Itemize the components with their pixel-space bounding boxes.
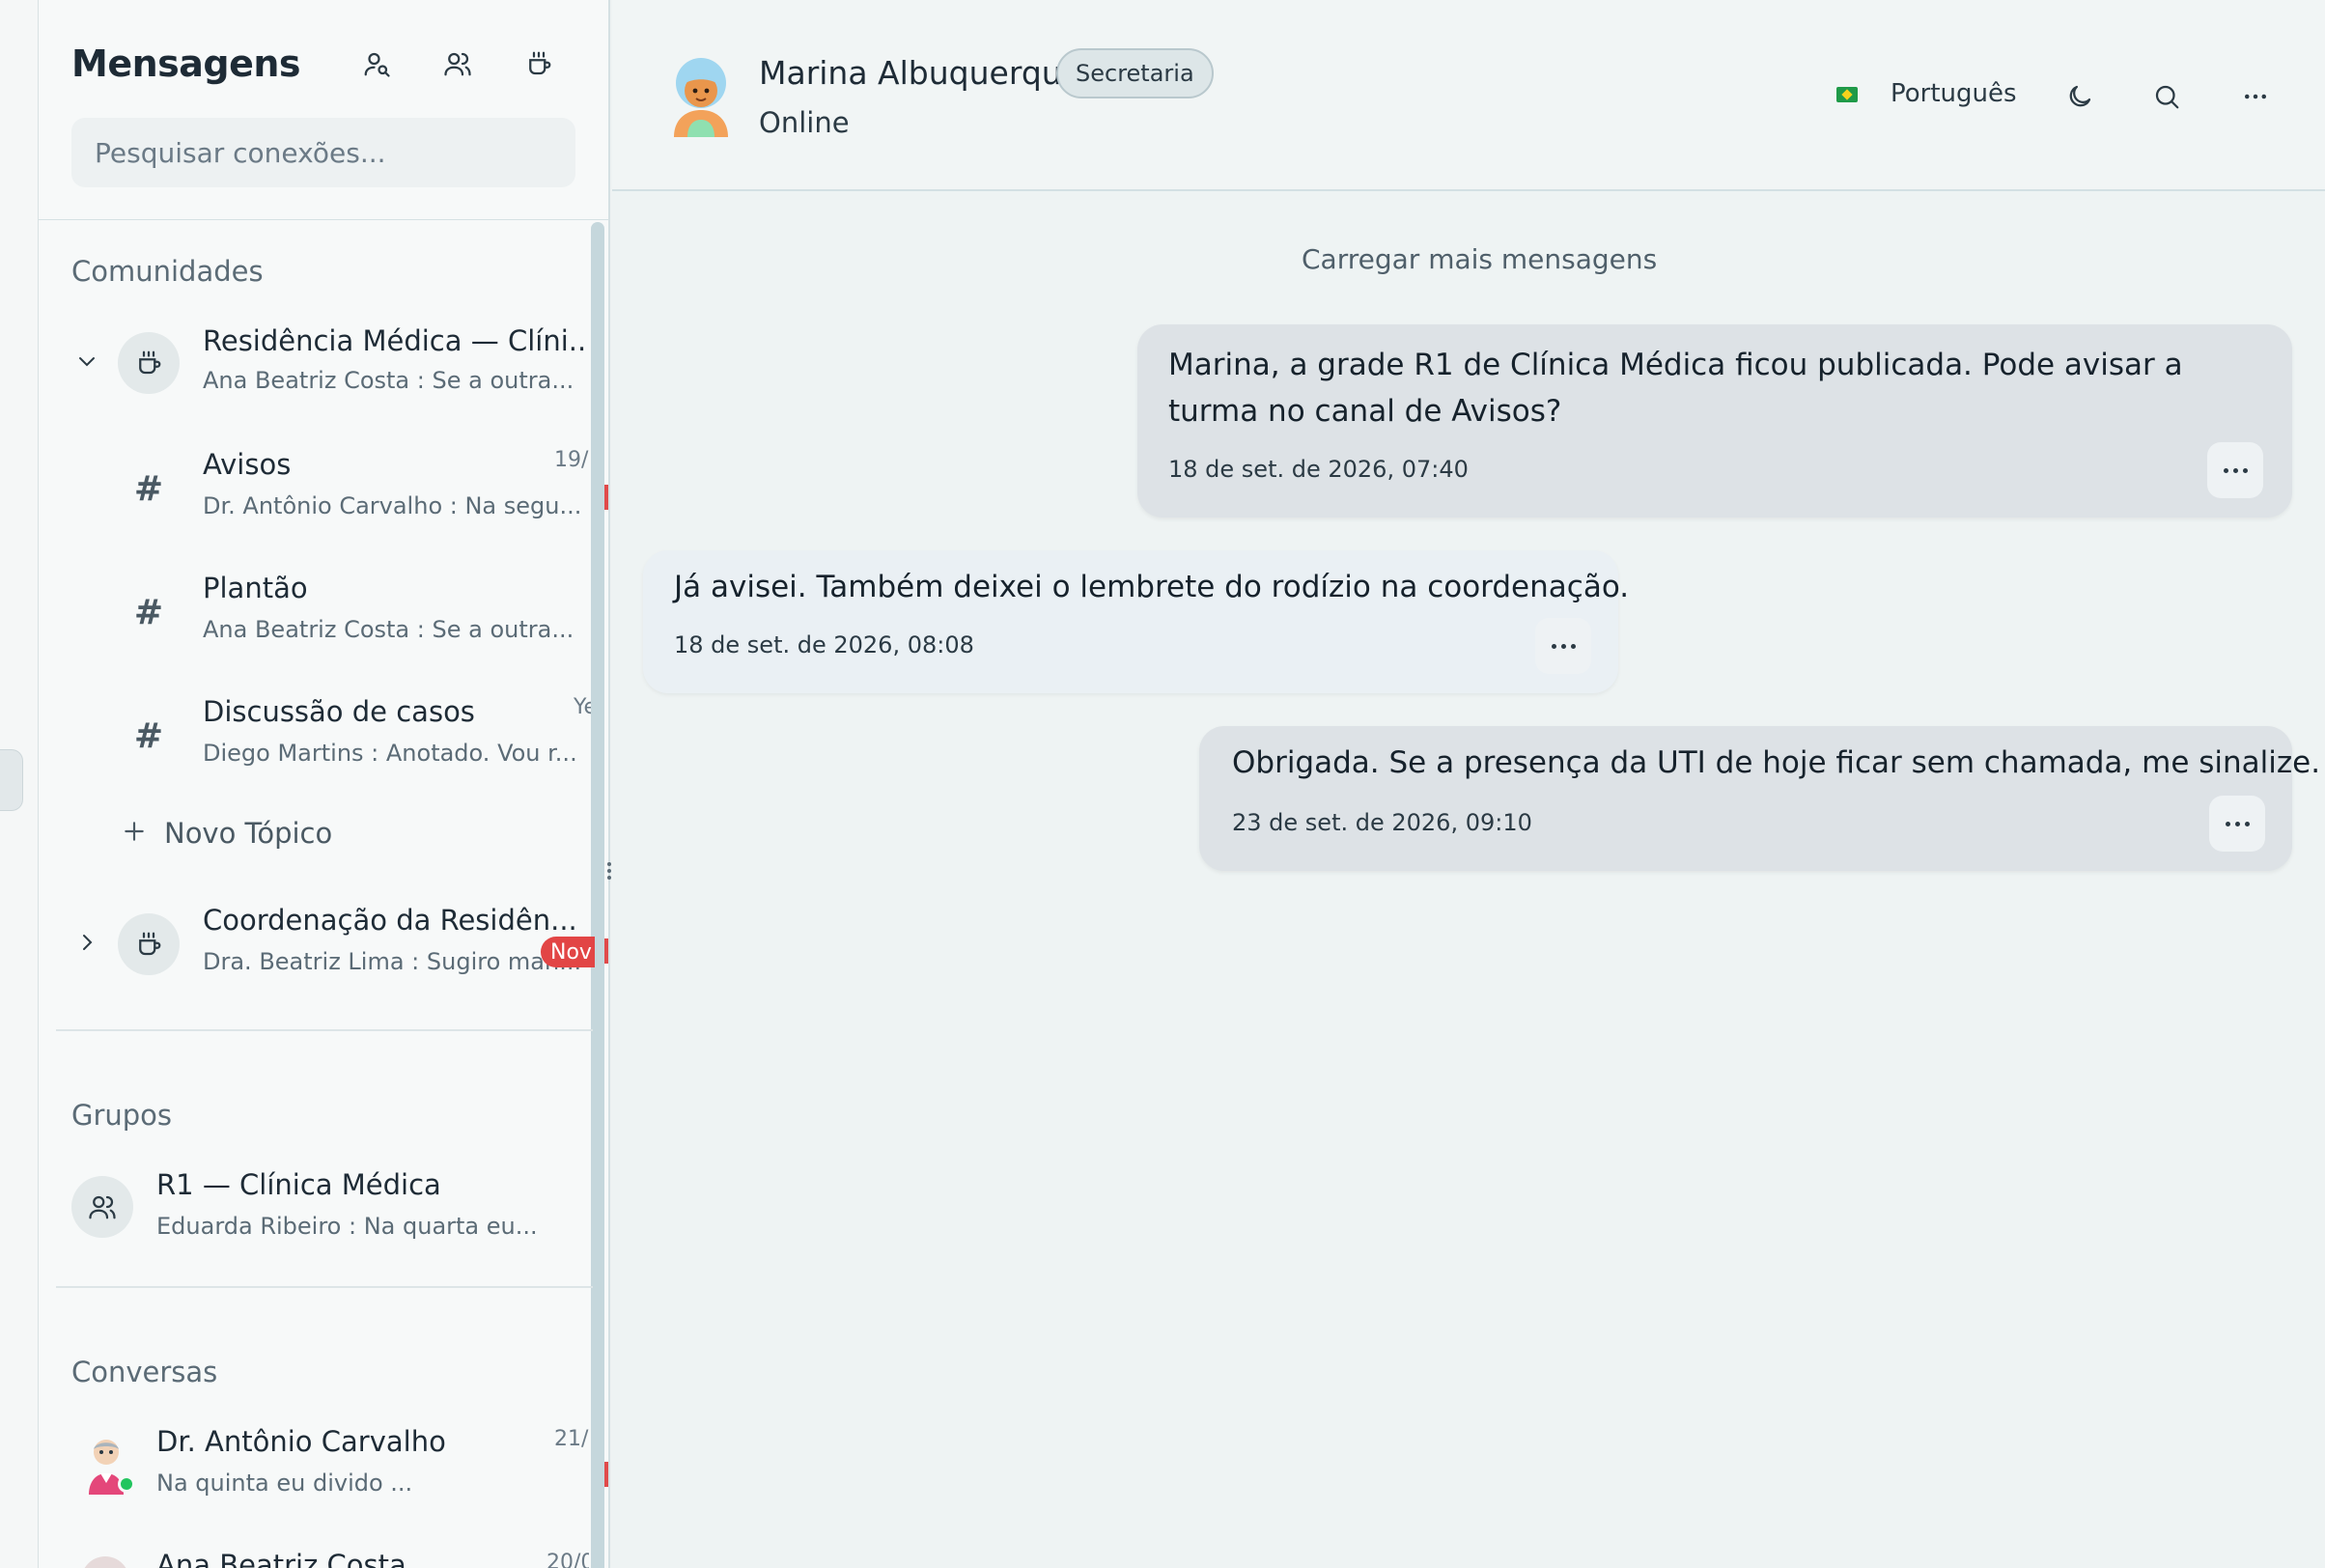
hash-icon: #	[133, 715, 164, 756]
topic-date: 19/0	[554, 448, 589, 472]
load-more-button[interactable]: Carregar mais mensagens	[1302, 243, 1657, 275]
groups-section-title: Grupos	[71, 1099, 173, 1132]
community-title: Residência Médica — Clíni...	[203, 324, 587, 357]
contact-status: Online	[759, 106, 850, 139]
sidebar-header: Mensagens	[39, 0, 608, 220]
message-text: Já avisei. Também deixei o lembrete do r…	[674, 570, 1630, 604]
community-icon[interactable]	[519, 44, 558, 83]
community-preview: Ana Beatriz Costa : Se a outra...	[203, 367, 574, 394]
app-edge-strip	[0, 0, 39, 1568]
unread-indicator	[604, 485, 608, 510]
topic-date: Ye	[574, 695, 591, 719]
section-divider	[56, 1029, 593, 1031]
conversations-section-title: Conversas	[71, 1356, 218, 1388]
chevron-down-icon[interactable]	[73, 348, 100, 375]
message-bubble-outgoing: Marina, a grade R1 de Clínica Médica fic…	[1137, 324, 2292, 518]
unread-indicator	[604, 938, 608, 964]
plus-icon	[120, 817, 149, 846]
search-box[interactable]	[71, 118, 575, 187]
contact-name: Marina Albuquerque	[759, 54, 1081, 92]
community-avatar-icon	[118, 332, 180, 394]
search-input[interactable]	[95, 136, 575, 169]
message-timestamp: 18 de set. de 2026, 07:40	[1168, 456, 1469, 483]
online-status-dot	[118, 1475, 135, 1493]
group-title: R1 — Clínica Médica	[156, 1168, 441, 1201]
sidebar-list: Comunidades Residência Médica — Clíni...…	[39, 220, 608, 1568]
section-divider	[56, 1286, 593, 1288]
chat-header: Marina Albuquerque Secretaria Online Por…	[612, 0, 2325, 191]
message-text: Obrigada. Se a presença da UTI de hoje f…	[1232, 745, 2321, 780]
search-icon[interactable]	[2147, 77, 2186, 116]
topic-title: Discussão de casos	[203, 695, 475, 728]
sidebar-scrollbar[interactable]	[591, 222, 604, 1568]
avatar	[81, 1556, 129, 1568]
message-text: Marina, a grade R1 de Clínica Médica fic…	[1168, 348, 2183, 429]
sidebar-title: Mensagens	[71, 42, 301, 85]
conversation-date: 20/0	[546, 1551, 589, 1568]
chat-panel: Marina Albuquerque Secretaria Online Por…	[612, 0, 2325, 1568]
panel-toggle-handle[interactable]	[0, 749, 23, 811]
group-preview: Eduarda Ribeiro : Na quarta eu...	[156, 1213, 538, 1240]
more-options-icon[interactable]	[2236, 77, 2275, 116]
conversation-title: Dr. Antônio Carvalho	[156, 1425, 446, 1458]
contact-avatar[interactable]	[664, 54, 738, 137]
community-preview: Dra. Beatriz Lima : Sugiro man...	[203, 948, 581, 975]
groups-icon[interactable]	[438, 44, 477, 83]
message-bubble-outgoing: Obrigada. Se a presença da UTI de hoje f…	[1199, 726, 2321, 871]
conversation-title: Ana Beatriz Costa	[156, 1549, 406, 1568]
community-title: Coordenação da Residên...	[203, 904, 577, 937]
hash-icon: #	[133, 468, 164, 509]
topic-title: Avisos	[203, 448, 292, 481]
role-badge: Secretaria	[1056, 48, 1214, 98]
topic-preview: Diego Martins : Anotado. Vou r...	[203, 740, 577, 767]
topic-preview: Dr. Antônio Carvalho : Na segu...	[203, 492, 582, 519]
message-options-button[interactable]	[2209, 796, 2265, 852]
new-topic-label: Novo Tópico	[164, 817, 333, 850]
message-options-button[interactable]	[2207, 442, 2263, 498]
hash-icon: #	[133, 592, 164, 632]
conversation-date: 21/0	[554, 1427, 589, 1451]
conversation-preview: Na quinta eu divido ...	[156, 1470, 413, 1497]
topic-title: Plantão	[203, 572, 308, 604]
unread-badge: Nov	[541, 937, 595, 967]
moon-icon[interactable]	[2060, 77, 2099, 116]
topic-preview: Ana Beatriz Costa : Se a outra...	[203, 616, 574, 643]
message-options-button[interactable]	[1535, 618, 1591, 674]
communities-section-title: Comunidades	[71, 255, 264, 288]
sidebar: Mensagens Comunidades Residência Médica …	[39, 0, 610, 1568]
chevron-right-icon[interactable]	[73, 929, 100, 956]
community-avatar-icon	[118, 913, 180, 975]
message-bubble-incoming: Já avisei. Também deixei o lembrete do r…	[643, 550, 1630, 693]
unread-indicator	[604, 1462, 608, 1487]
group-avatar-icon	[71, 1176, 133, 1238]
message-timestamp: 18 de set. de 2026, 08:08	[674, 631, 974, 658]
add-contact-icon[interactable]	[357, 44, 396, 83]
brazil-flag-icon	[1836, 87, 1858, 102]
language-label: Português	[1891, 79, 2017, 108]
message-timestamp: 23 de set. de 2026, 09:10	[1232, 809, 1532, 836]
